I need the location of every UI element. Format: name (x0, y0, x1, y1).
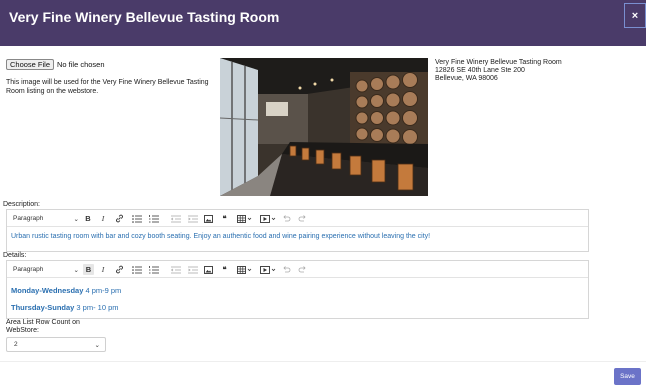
address-line-street: 12826 SE 40th Lane Ste 200 (435, 67, 525, 74)
row-count-label-line1: Area List Row Count on (6, 319, 80, 326)
outdent-icon[interactable] (170, 213, 181, 224)
paragraph-format-select[interactable]: Paragraph ⌄ (13, 213, 79, 224)
undo-icon[interactable] (281, 264, 291, 275)
row-count-label: Area List Row Count on WebStore: (6, 319, 80, 335)
row-count-label-line2: WebStore: (6, 327, 39, 334)
quote-icon[interactable]: ❝ (219, 213, 230, 224)
image-usage-note: This image will be used for the Very Fin… (6, 79, 209, 95)
redo-icon[interactable] (297, 264, 307, 275)
tasting-room-image (220, 58, 428, 196)
paragraph-format-label: Paragraph (13, 266, 44, 273)
italic-icon[interactable]: I (98, 213, 108, 224)
description-toolbar: Paragraph ⌄ B I ❝ (7, 210, 588, 227)
redo-icon[interactable] (297, 213, 307, 224)
undo-icon[interactable] (281, 213, 291, 224)
hours-line-weekday: Monday-Wednesday 4 pm-9 pm (11, 286, 121, 295)
table-icon[interactable] (236, 264, 253, 275)
save-button[interactable]: Save (614, 368, 641, 385)
details-label: Details: (3, 252, 27, 259)
description-text: Urban rustic tasting room with bar and c… (11, 233, 431, 240)
indent-icon[interactable] (187, 213, 198, 224)
table-icon[interactable] (236, 213, 253, 224)
description-content[interactable]: Urban rustic tasting room with bar and c… (7, 227, 588, 251)
indent-icon[interactable] (187, 264, 198, 275)
description-label: Description: (3, 201, 40, 208)
paragraph-format-select[interactable]: Paragraph ⌄ (13, 264, 79, 275)
footer-divider (0, 361, 646, 362)
quote-icon[interactable]: ❝ (219, 264, 230, 275)
numbered-list-icon[interactable] (148, 264, 159, 275)
details-toolbar: Paragraph ⌄ B I ❝ (7, 261, 588, 278)
numbered-list-icon[interactable] (148, 213, 159, 224)
file-status: No file chosen (57, 60, 105, 69)
media-icon[interactable] (259, 213, 277, 224)
hours-time-weekday: 4 pm-9 pm (83, 286, 122, 295)
bulleted-list-icon[interactable] (131, 264, 142, 275)
address-line-city: Bellevue, WA 98006 (435, 75, 498, 82)
details-editor: Paragraph ⌄ B I ❝ Monday-Wednesday 4 pm-… (6, 260, 589, 319)
link-icon[interactable] (114, 264, 125, 275)
choose-file-button[interactable]: Choose File (6, 59, 55, 70)
close-button[interactable]: × (624, 3, 646, 28)
paragraph-format-label: Paragraph (13, 215, 44, 222)
modal-title: Very Fine Winery Bellevue Tasting Room (9, 9, 280, 25)
image-icon[interactable] (203, 264, 214, 275)
chevron-down-icon: ⌄ (94, 341, 100, 349)
details-content[interactable]: Monday-Wednesday 4 pm-9 pm Thursday-Sund… (7, 278, 588, 318)
outdent-icon[interactable] (170, 264, 181, 275)
row-count-value: 2 (14, 341, 18, 348)
address-line-name: Very Fine Winery Bellevue Tasting Room (435, 59, 562, 66)
hours-line-weekend: Thursday-Sunday 3 pm- 10 pm (11, 303, 119, 312)
location-address: Very Fine Winery Bellevue Tasting Room 1… (435, 59, 562, 83)
hours-time-weekend: 3 pm- 10 pm (74, 303, 119, 312)
description-editor: Paragraph ⌄ B I ❝ Urban rustic tasting r… (6, 209, 589, 252)
bold-icon[interactable]: B (83, 264, 94, 275)
media-icon[interactable] (259, 264, 277, 275)
tasting-room-photo (220, 58, 428, 196)
chevron-down-icon: ⌄ (73, 215, 79, 223)
chevron-down-icon: ⌄ (73, 266, 79, 274)
modal-header: Very Fine Winery Bellevue Tasting Room × (0, 0, 646, 46)
hours-days-weekday: Monday-Wednesday (11, 286, 84, 295)
italic-icon[interactable]: I (98, 264, 108, 275)
image-icon[interactable] (203, 213, 214, 224)
bold-icon[interactable]: B (83, 213, 93, 224)
link-icon[interactable] (114, 213, 125, 224)
bulleted-list-icon[interactable] (131, 213, 142, 224)
hours-days-weekend: Thursday-Sunday (11, 303, 75, 312)
row-count-select[interactable]: 2 ⌄ (6, 337, 106, 352)
